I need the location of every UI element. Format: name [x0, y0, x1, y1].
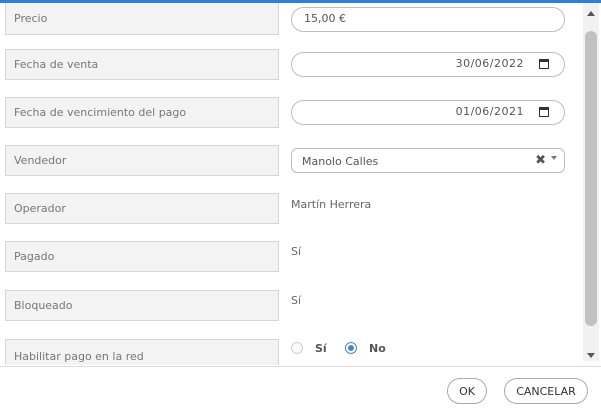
row-bloqueado: Bloqueado Sí [0, 290, 583, 326]
vendedor-select[interactable]: Manolo Calles ✖ [291, 148, 565, 173]
bloqueado-label: Bloqueado [5, 290, 279, 321]
radio-si[interactable] [291, 342, 303, 354]
fecha-vencimiento-label: Fecha de vencimiento del pago [5, 97, 279, 128]
row-vendedor: Vendedor Manolo Calles ✖ [0, 145, 583, 181]
precio-input[interactable]: 15,00 € [291, 7, 565, 32]
radio-no[interactable] [345, 342, 357, 354]
fecha-venta-label: Fecha de venta [5, 49, 279, 80]
cancel-button[interactable]: CANCELAR [504, 378, 588, 404]
row-operador: Operador Martín Herrera [0, 193, 583, 229]
vendedor-value: Manolo Calles [302, 155, 379, 168]
radio-no-label[interactable]: No [369, 342, 386, 355]
habilitar-pago-label: Habilitar pago en la red [5, 339, 279, 365]
row-habilitar-pago: Habilitar pago en la red Sí No [0, 339, 583, 365]
chevron-down-icon[interactable] [551, 156, 557, 160]
scrollbar-thumb[interactable] [585, 31, 597, 326]
fecha-venta-value: 30/06/2022 [455, 57, 524, 70]
row-precio: Precio 15,00 € [0, 3, 583, 36]
vertical-scrollbar[interactable] [583, 3, 599, 361]
fecha-vencimiento-value: 01/06/2021 [455, 105, 524, 118]
calendar-icon[interactable] [539, 59, 549, 69]
scroll-up-arrow-icon[interactable] [587, 11, 595, 16]
pagado-value: Sí [291, 245, 302, 258]
vendedor-label: Vendedor [5, 145, 279, 176]
pagado-label: Pagado [5, 241, 279, 272]
scroll-down-arrow-icon[interactable] [587, 353, 595, 358]
dialog-footer: OK CANCELAR [0, 366, 601, 410]
fecha-vencimiento-input[interactable]: 01/06/2021 [291, 100, 565, 125]
row-pagado: Pagado Sí [0, 241, 583, 277]
radio-si-label[interactable]: Sí [315, 342, 327, 355]
bloqueado-value: Sí [291, 294, 302, 307]
operador-label: Operador [5, 193, 279, 224]
row-fecha-venta: Fecha de venta 30/06/2022 [0, 49, 583, 85]
operador-value: Martín Herrera [291, 198, 372, 211]
ok-button[interactable]: OK [447, 378, 487, 404]
clear-icon[interactable]: ✖ [535, 153, 546, 168]
row-fecha-vencimiento: Fecha de vencimiento del pago 01/06/2021 [0, 97, 583, 133]
form-scroll-area: Precio 15,00 € Fecha de venta 30/06/2022… [0, 3, 583, 365]
calendar-icon[interactable] [539, 107, 549, 117]
fecha-venta-input[interactable]: 30/06/2022 [291, 52, 565, 77]
precio-label: Precio [5, 3, 279, 35]
